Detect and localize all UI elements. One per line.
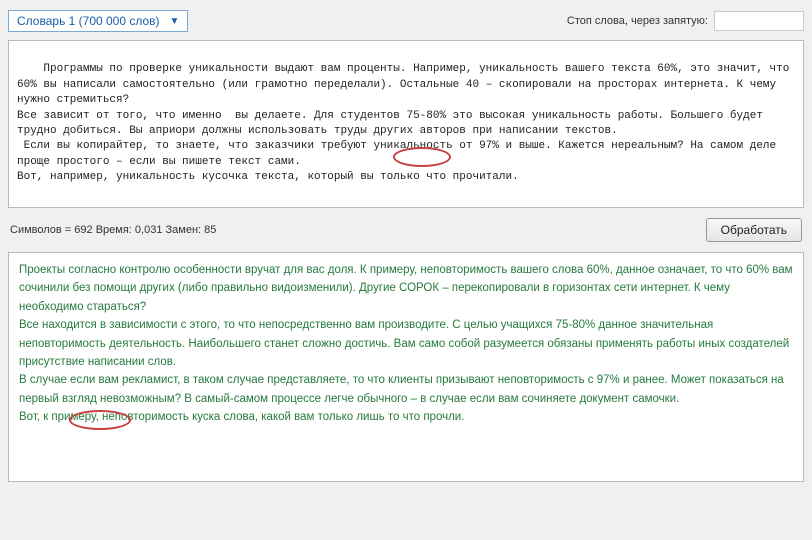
repl-value: 85 bbox=[204, 224, 216, 236]
app-root: Словарь 1 (700 000 слов) ▼ Стоп слова, ч… bbox=[0, 0, 812, 488]
stats-bar: Символов = 692 Время: 0,031 Замен: 85 Об… bbox=[8, 208, 804, 252]
top-bar: Словарь 1 (700 000 слов) ▼ Стоп слова, ч… bbox=[8, 6, 804, 40]
chars-value: 692 bbox=[74, 224, 92, 236]
output-paragraph: В случае если вам рекламист, в таком слу… bbox=[19, 371, 793, 408]
stop-words-label: Стоп слова, через запятую: bbox=[567, 15, 708, 27]
output-panel: Проекты согласно контролю особенности вр… bbox=[8, 252, 804, 482]
time-label: Время: bbox=[93, 224, 135, 236]
stats-info: Символов = 692 Время: 0,031 Замен: 85 bbox=[10, 224, 216, 236]
output-paragraph: Проекты согласно контролю особенности вр… bbox=[19, 261, 793, 316]
output-paragraph: Вот, к примеру, неповторимость куска сло… bbox=[19, 408, 793, 426]
stop-words-input[interactable] bbox=[714, 11, 804, 31]
dictionary-label: Словарь 1 (700 000 слов) bbox=[17, 14, 160, 28]
chars-label: Символов = bbox=[10, 224, 74, 236]
chevron-down-icon: ▼ bbox=[170, 16, 180, 27]
time-value: 0,031 bbox=[135, 224, 163, 236]
dictionary-dropdown[interactable]: Словарь 1 (700 000 слов) ▼ bbox=[8, 10, 188, 32]
input-textarea[interactable]: Программы по проверке уникальности выдаю… bbox=[8, 40, 804, 208]
output-paragraph: Все находится в зависимости с этого, то … bbox=[19, 316, 793, 371]
input-text-content: Программы по проверке уникальности выдаю… bbox=[17, 63, 796, 183]
repl-label: Замен: bbox=[162, 224, 204, 236]
process-button[interactable]: Обработать bbox=[706, 218, 802, 242]
